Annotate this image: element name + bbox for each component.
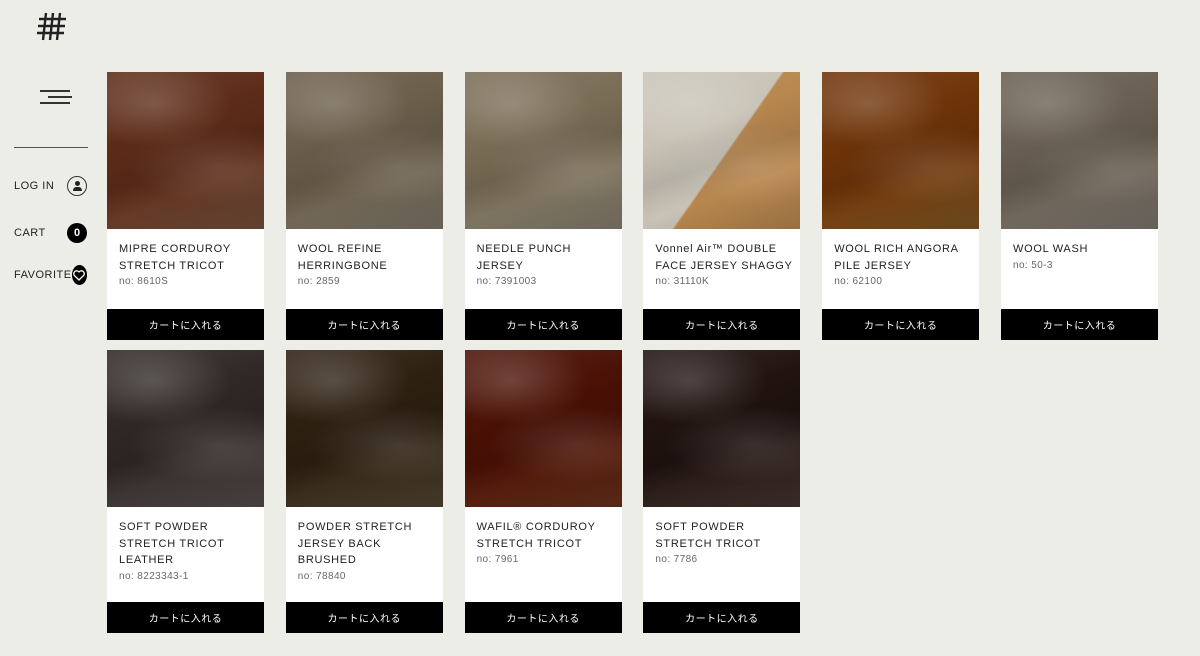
product-image[interactable] bbox=[107, 350, 264, 507]
add-to-cart-button[interactable]: カートに入れる bbox=[285, 602, 443, 633]
sidebar-divider bbox=[14, 147, 88, 148]
product-card[interactable]: SOFT POWDER STRETCH TRICOT LEATHER no: 8… bbox=[107, 350, 264, 633]
product-name[interactable]: WOOL WASH bbox=[1013, 241, 1153, 258]
add-to-cart-button[interactable]: カートに入れる bbox=[285, 309, 443, 340]
product-image[interactable] bbox=[464, 72, 622, 229]
cart-link[interactable]: CART 0 bbox=[14, 222, 88, 244]
product-name[interactable]: NEEDLE PUNCH JERSEY bbox=[477, 241, 617, 274]
product-name[interactable]: Vonnel Air™ DOUBLE FACE JERSEY SHAGGY bbox=[655, 241, 795, 274]
product-image[interactable] bbox=[822, 72, 980, 229]
product-name[interactable]: MIPRE CORDUROY STRETCH TRICOT bbox=[119, 241, 259, 274]
product-number: no: 7786 bbox=[655, 554, 698, 565]
product-number: no: 78840 bbox=[297, 570, 346, 582]
product-card[interactable]: POWDER STRETCH JERSEY BACK BRUSHED no: 7… bbox=[285, 350, 443, 633]
product-card[interactable]: Vonnel Air™ DOUBLE FACE JERSEY SHAGGY no… bbox=[643, 72, 801, 340]
user-icon bbox=[67, 176, 87, 196]
product-card[interactable]: NEEDLE PUNCH JERSEY no: 7391003 カートに入れる bbox=[464, 72, 622, 340]
product-number: no: 7961 bbox=[476, 554, 519, 565]
product-name[interactable]: WOOL RICH ANGORA PILE JERSEY bbox=[834, 241, 974, 274]
product-image[interactable] bbox=[643, 350, 801, 507]
product-name[interactable]: WOOL REFINE HERRINGBONE bbox=[298, 241, 438, 274]
product-card[interactable]: MIPRE CORDUROY STRETCH TRICOT no: 8610S … bbox=[107, 72, 264, 340]
product-card[interactable]: SOFT POWDER STRETCH TRICOT no: 7786 カートに… bbox=[643, 350, 801, 633]
product-card[interactable]: WOOL WASH no: 50-3 カートに入れる bbox=[1000, 72, 1158, 340]
add-to-cart-button[interactable]: カートに入れる bbox=[107, 309, 264, 340]
favorite-label: FAVORITE bbox=[14, 269, 72, 281]
heart-icon bbox=[71, 265, 87, 285]
cart-count-badge: 0 bbox=[67, 223, 87, 243]
product-image[interactable] bbox=[1000, 72, 1158, 229]
product-image[interactable] bbox=[107, 72, 264, 229]
product-name[interactable]: SOFT POWDER STRETCH TRICOT LEATHER bbox=[119, 519, 259, 569]
add-to-cart-button[interactable]: カートに入れる bbox=[464, 602, 622, 633]
add-to-cart-button[interactable]: カートに入れる bbox=[107, 602, 264, 633]
product-image[interactable] bbox=[285, 72, 443, 229]
product-grid: MIPRE CORDUROY STRETCH TRICOT no: 8610S … bbox=[107, 72, 1158, 633]
product-image[interactable] bbox=[643, 72, 801, 229]
product-number: no: 8223343-1 bbox=[119, 570, 189, 582]
favorite-link[interactable]: FAVORITE bbox=[14, 264, 88, 286]
product-number: no: 8610S bbox=[119, 276, 169, 287]
cart-label: CART bbox=[14, 227, 46, 239]
product-number: no: 62100 bbox=[834, 276, 883, 287]
logo-icon[interactable] bbox=[36, 10, 68, 42]
hamburger-menu-icon[interactable] bbox=[38, 86, 74, 108]
product-card[interactable]: WOOL REFINE HERRINGBONE no: 2859 カートに入れる bbox=[285, 72, 443, 340]
product-card[interactable]: WOOL RICH ANGORA PILE JERSEY no: 62100 カ… bbox=[822, 72, 980, 340]
product-image[interactable] bbox=[464, 350, 622, 507]
product-number: no: 2859 bbox=[297, 276, 340, 287]
product-name[interactable]: SOFT POWDER STRETCH TRICOT bbox=[655, 519, 795, 552]
add-to-cart-button[interactable]: カートに入れる bbox=[464, 309, 622, 340]
product-name[interactable]: POWDER STRETCH JERSEY BACK BRUSHED bbox=[298, 519, 438, 569]
product-number: no: 31110K bbox=[655, 276, 710, 287]
product-number: no: 7391003 bbox=[476, 276, 537, 287]
product-image[interactable] bbox=[285, 350, 443, 507]
add-to-cart-button[interactable]: カートに入れる bbox=[822, 309, 980, 340]
login-link[interactable]: LOG IN bbox=[14, 175, 88, 197]
login-label: LOG IN bbox=[14, 180, 55, 192]
product-number: no: 50-3 bbox=[1012, 259, 1053, 271]
add-to-cart-button[interactable]: カートに入れる bbox=[1000, 309, 1158, 340]
add-to-cart-button[interactable]: カートに入れる bbox=[643, 602, 801, 633]
add-to-cart-button[interactable]: カートに入れる bbox=[643, 309, 801, 340]
product-card[interactable]: WAFIL® CORDUROY STRETCH TRICOT no: 7961 … bbox=[464, 350, 622, 633]
product-name[interactable]: WAFIL® CORDUROY STRETCH TRICOT bbox=[477, 519, 617, 552]
